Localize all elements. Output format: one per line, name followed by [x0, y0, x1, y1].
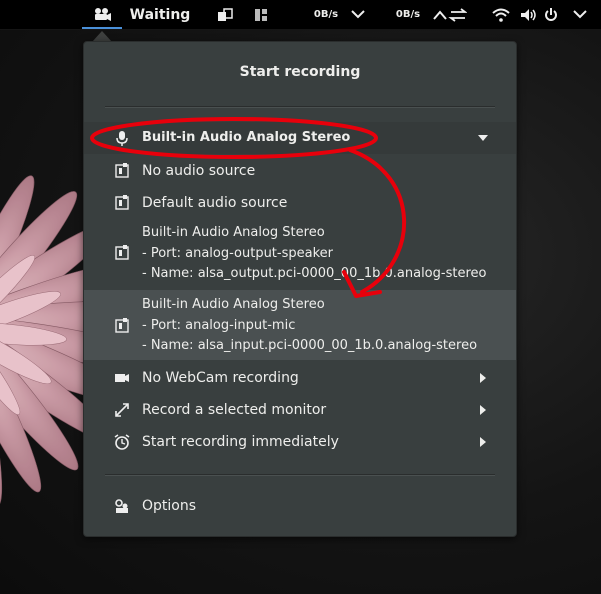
option-label: Record a selected monitor [142, 402, 327, 418]
grid-applet[interactable] [248, 0, 274, 29]
source-port: - Port: analog-output-speaker [142, 246, 333, 261]
top-bar: Waiting 0B/s 0B/s [0, 0, 601, 29]
audio-card-icon [115, 318, 129, 333]
webcam-option[interactable]: No WebCam recording [84, 364, 516, 392]
source-port: - Port: analog-input-mic [142, 318, 296, 333]
power-icon[interactable] [542, 0, 560, 29]
audio-source-item-highlighted[interactable]: Built-in Audio Analog Stereo - Port: ana… [84, 290, 516, 360]
menu-title: Start recording [239, 64, 361, 80]
source-name: - Name: alsa_input.pci-0000_00_1b.0.anal… [142, 338, 478, 353]
audio-card-icon [115, 195, 129, 210]
camera-icon [115, 374, 129, 382]
microphone-icon [116, 131, 128, 146]
start-timing-option[interactable]: Start recording immediately [84, 428, 516, 456]
separator [105, 474, 495, 476]
download-chevron-icon[interactable] [348, 0, 368, 29]
option-label: Start recording immediately [142, 434, 339, 450]
audio-source-item[interactable]: Default audio source [84, 188, 516, 216]
audio-source-item[interactable]: No audio source [84, 156, 516, 184]
camera-reel-icon [95, 7, 111, 21]
fullscreen-icon [115, 403, 129, 417]
source-name: - Name: alsa_output.pci-0000_00_1b.0.ana… [142, 266, 487, 281]
wifi-icon[interactable] [488, 0, 514, 29]
recorder-indicator[interactable] [82, 0, 122, 29]
network-arrows-icon[interactable] [432, 0, 468, 29]
source-label: Default audio source [142, 195, 288, 211]
monitor-option[interactable]: Record a selected monitor [84, 396, 516, 424]
option-label: No WebCam recording [142, 370, 299, 386]
submenu-arrow-icon [480, 437, 486, 447]
submenu-arrow-icon [480, 405, 486, 415]
options-item[interactable]: Options [84, 492, 516, 520]
tile-icon [255, 8, 267, 21]
audio-source-item[interactable]: Built-in Audio Analog Stereo - Port: ana… [84, 220, 516, 286]
status-label[interactable]: Waiting [126, 0, 194, 29]
options-label: Options [142, 498, 197, 514]
download-speed: 0B/s [313, 9, 339, 20]
chevron-down-icon [478, 135, 488, 141]
audio-source-selector[interactable]: Built-in Audio Analog Stereo [84, 122, 516, 154]
submenu-arrow-icon [480, 373, 486, 383]
audio-selected-label: Built-in Audio Analog Stereo [142, 130, 351, 145]
audio-card-icon [115, 163, 129, 178]
source-label: Built-in Audio Analog Stereo [142, 297, 325, 312]
workspace-icon[interactable] [210, 0, 240, 29]
source-label: No audio source [142, 163, 256, 179]
volume-icon[interactable] [518, 0, 540, 29]
system-menu-chevron-icon[interactable] [568, 0, 592, 29]
upload-speed: 0B/s [395, 9, 421, 20]
window-switch-icon [218, 7, 233, 21]
source-label: Built-in Audio Analog Stereo [142, 225, 325, 240]
separator [105, 106, 495, 108]
recording-menu: Start recording Built-in Audio Analog St… [83, 41, 517, 537]
settings-gear-icon [115, 499, 128, 513]
alarm-clock-icon [114, 434, 130, 450]
audio-card-icon [115, 245, 129, 260]
